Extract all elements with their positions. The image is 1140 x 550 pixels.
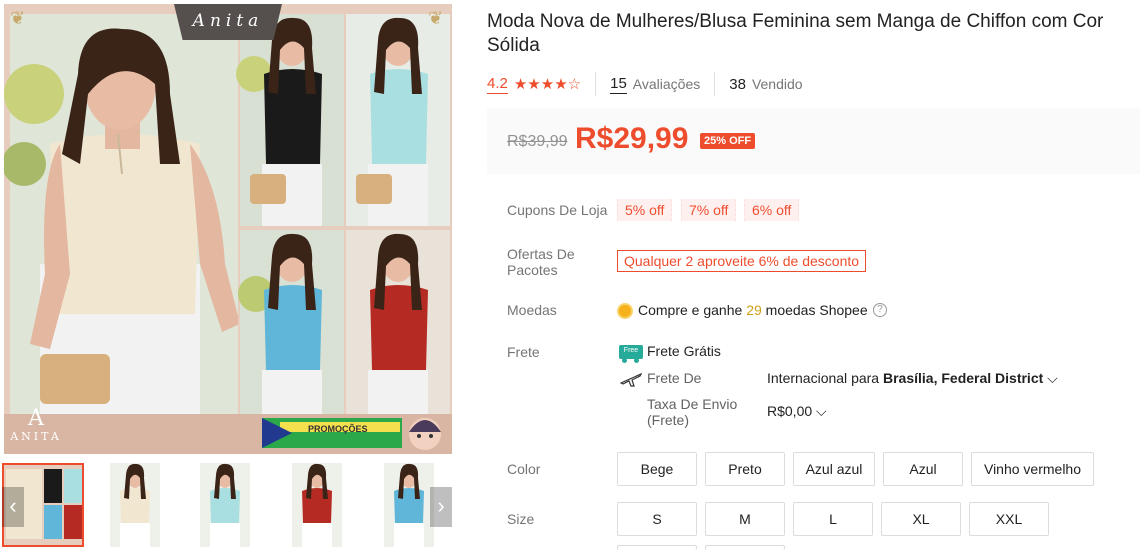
size-option-m[interactable]: M [705,502,785,536]
coupon-7[interactable]: 7% off [681,199,737,221]
reviews-label: Avaliações [632,76,701,92]
model-wine [368,233,428,414]
chevron-down-icon: ⌵ [1047,370,1058,386]
model-beige-large [30,28,238,414]
divider [714,72,716,96]
coins-text: Compre e ganhe 29 moedas Shopee [638,302,868,318]
color-option-bege[interactable]: Bege [617,452,697,486]
product-info: Moda Nova de Mulheres/Blusa Feminina sem… [487,10,1140,96]
size-label: Size [507,511,535,527]
thumbnail-prev-button[interactable]: ‹ [2,487,24,527]
help-icon[interactable]: ? [873,303,887,317]
size-option-partial[interactable] [617,545,697,550]
color-label: Color [507,461,541,477]
size-option-partial[interactable] [705,545,785,550]
coupon-6[interactable]: 6% off [744,199,800,221]
thumbnail-5[interactable] [384,463,466,547]
divider [595,72,597,96]
leaf-ornament-icon: ❦ [10,8,26,28]
rating-score[interactable]: 4.2 [487,75,508,94]
coin-icon [617,303,633,319]
plane-icon [620,372,642,387]
price-box: R$39,99 R$29,99 25% OFF [487,108,1140,174]
shipping-fee-select[interactable]: R$0,00 ⌵ [767,403,827,420]
sold-label: Vendido [751,76,803,92]
current-price: R$29,99 [575,122,689,155]
thumbnail-4[interactable] [292,463,374,547]
brand-banner: Anita [174,4,282,40]
promo-label: PROMOÇÕES [308,424,368,434]
chevron-down-icon: ⌵ [816,403,827,419]
thumbnail-next-button[interactable]: › [430,487,452,527]
bundle-deal-offer[interactable]: Qualquer 2 aproveite 6% de desconto [617,250,867,272]
brand-logo: A ANITA [10,406,62,444]
shipping-fee-label: Taxa De Envio (Frete) [647,396,738,428]
discount-badge: 25% OFF [700,133,756,149]
mascot-icon [409,418,441,450]
size-option-xxl[interactable]: XXL [969,502,1049,536]
size-option-xl[interactable]: XL [881,502,961,536]
model-blue [262,233,322,414]
ratings-bar: 4.2 ★★★★☆ 15 Avaliações 38 Vendido [487,72,1140,96]
original-price: R$39,99 [507,133,568,150]
sold-count: 38 [729,75,746,93]
color-option-vinho-vermelho[interactable]: Vinho vermelho [971,452,1094,486]
leaf-ornament-icon: ❦ [428,8,444,28]
size-option-l[interactable]: L [793,502,873,536]
main-product-image[interactable]: Anita ❦ ❦ A ANITA PROMOÇÕES [4,4,452,454]
size-option-s[interactable]: S [617,502,697,536]
model-black [250,17,322,226]
coupons-label: Cupons De Loja [507,202,608,218]
coins-amount: 29 [746,302,762,318]
reviews-count[interactable]: 15 [610,75,627,94]
free-shipping-icon: Free [619,345,643,363]
color-option-azul[interactable]: Azul [883,452,963,486]
product-gallery: Anita ❦ ❦ A ANITA PROMOÇÕES ‹ › [0,0,460,550]
thumbnail-3[interactable] [200,463,282,547]
shipping-from-label: Frete De [647,370,702,386]
product-title: Moda Nova de Mulheres/Blusa Feminina sem… [487,11,1104,56]
color-option-azul-azul[interactable]: Azul azul [793,452,875,486]
shipping-destination-select[interactable]: Internacional para Brasília, Federal Dis… [767,370,1058,387]
thumbnail-2[interactable] [110,463,192,547]
model-light-blue [356,17,428,226]
shipping-label: Frete [507,344,540,360]
bundle-deals-label: Ofertas De Pacotes [507,246,575,278]
free-shipping-text: Frete Grátis [647,343,721,359]
color-option-preto[interactable]: Preto [705,452,785,486]
thumbnail-strip [2,463,454,547]
coins-label: Moedas [507,302,557,318]
rating-stars-icon: ★★★★☆ [513,76,582,93]
coupon-5[interactable]: 5% off [617,199,673,221]
